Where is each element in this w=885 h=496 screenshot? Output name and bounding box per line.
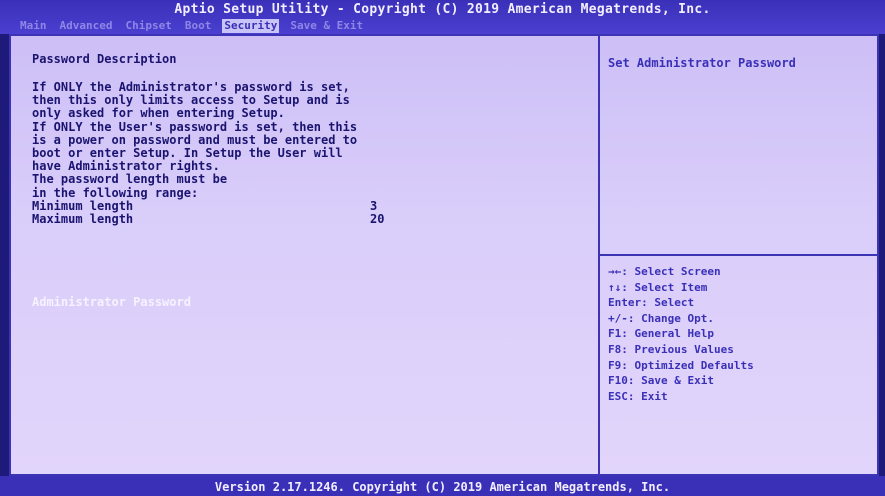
- tab-security[interactable]: Security: [222, 19, 280, 33]
- tab-advanced[interactable]: Advanced: [58, 19, 115, 33]
- min-length-label: Minimum length: [32, 198, 134, 213]
- tab-save-exit[interactable]: Save & Exit: [288, 19, 365, 33]
- key-legend: →←: Select Screen ↑↓: Select Item Enter:…: [608, 264, 876, 404]
- tab-main[interactable]: Main: [18, 19, 49, 33]
- description-line: If ONLY the User's password is set, then…: [32, 119, 358, 134]
- password-description: If ONLY the Administrator's password is …: [32, 80, 592, 200]
- app-title: Aptio Setup Utility - Copyright (C) 2019…: [174, 2, 711, 17]
- tab-chipset[interactable]: Chipset: [123, 19, 173, 33]
- key-hint: F1: General Help: [608, 327, 714, 341]
- help-separator: [600, 254, 879, 256]
- key-hint: ESC: Exit: [608, 389, 668, 403]
- key-hint: +/-: Change Opt.: [608, 311, 714, 325]
- description-line: in the following range:: [32, 185, 199, 200]
- header-bar: Aptio Setup Utility - Copyright (C) 2019…: [0, 0, 885, 34]
- key-hint: Enter: Select: [608, 296, 695, 310]
- tab-boot[interactable]: Boot: [183, 19, 214, 33]
- key-hint: →←: Select Screen: [608, 265, 721, 278]
- section-heading: Password Description: [32, 52, 177, 66]
- description-line: The password length must be: [32, 172, 228, 187]
- key-hint: F8: Previous Values: [608, 342, 734, 356]
- key-hint: ↑↓: Select Item: [608, 280, 708, 294]
- description-line: only asked for when entering Setup.: [32, 106, 285, 121]
- max-length-value: 20: [370, 211, 385, 226]
- min-length-value: 3: [370, 198, 378, 213]
- administrator-password-item[interactable]: Administrator Password: [32, 295, 191, 309]
- version-text: Version 2.17.1246. Copyright (C) 2019 Am…: [214, 480, 671, 494]
- tab-bar: Main Advanced Chipset Boot Security Save…: [18, 19, 365, 33]
- key-hint: F9: Optimized Defaults: [608, 358, 754, 372]
- description-panel: Password Description If ONLY the Adminis…: [32, 52, 592, 226]
- key-hint: F10: Save & Exit: [608, 374, 714, 388]
- help-title: Set Administrator Password: [608, 56, 796, 70]
- max-length-label: Maximum length: [32, 211, 134, 226]
- max-length-row: Maximum length 20: [32, 211, 592, 226]
- footer-bar: Version 2.17.1246. Copyright (C) 2019 Am…: [0, 476, 885, 496]
- min-length-row: Minimum length 3: [32, 198, 592, 213]
- main-panel: Password Description If ONLY the Adminis…: [9, 34, 879, 476]
